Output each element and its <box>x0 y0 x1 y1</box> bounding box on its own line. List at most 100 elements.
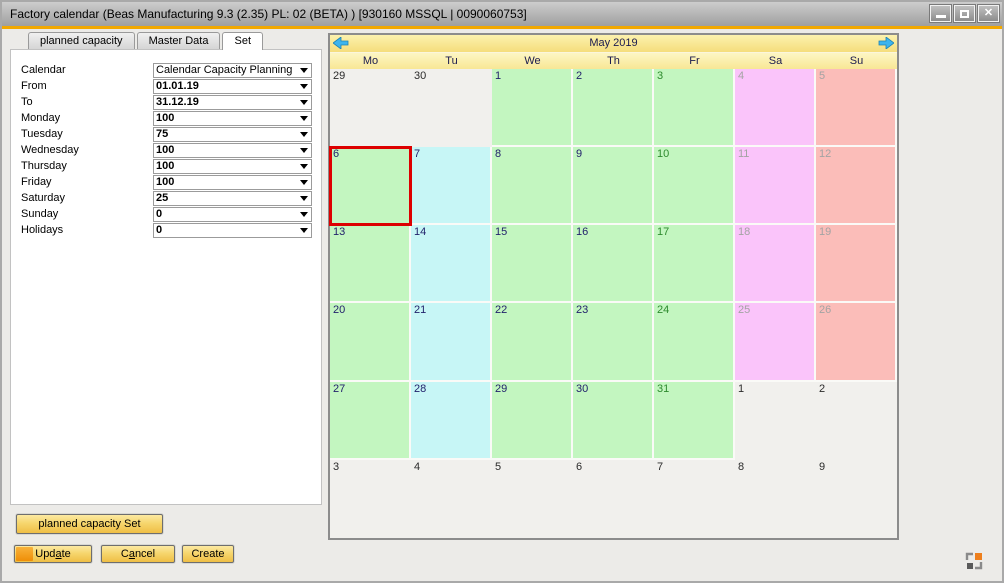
day-number: 29 <box>495 383 507 395</box>
to-combobox[interactable]: 31.12.19 <box>153 95 312 110</box>
form-row-saturday: Saturday25 <box>21 190 312 206</box>
day-number: 2 <box>819 383 825 395</box>
tab-master-data[interactable]: Master Data <box>137 32 221 49</box>
day-cell[interactable]: 30 <box>411 69 492 147</box>
day-cell[interactable]: 23 <box>573 303 654 381</box>
day-cell[interactable]: 14 <box>411 225 492 303</box>
holidays-label: Holidays <box>21 224 153 236</box>
day-number: 8 <box>495 148 501 160</box>
day-number: 5 <box>495 461 501 473</box>
monday-combobox[interactable]: 100 <box>153 111 312 126</box>
day-cell[interactable]: 5 <box>816 69 897 147</box>
holidays-value: 0 <box>156 224 298 236</box>
planned-capacity-set-button[interactable]: planned capacity Set <box>16 514 163 534</box>
tuesday-value: 75 <box>156 128 298 140</box>
dropdown-arrow-icon[interactable] <box>300 212 308 217</box>
day-cell[interactable]: 10 <box>654 147 735 225</box>
day-cell[interactable]: 9 <box>816 460 897 538</box>
day-cell[interactable]: 3 <box>654 69 735 147</box>
dropdown-arrow-icon[interactable] <box>300 116 308 121</box>
day-cell[interactable]: 8 <box>492 147 573 225</box>
saturday-label: Saturday <box>21 192 153 204</box>
day-cell[interactable]: 17 <box>654 225 735 303</box>
day-cell[interactable]: 8 <box>735 460 816 538</box>
day-cell[interactable]: 1 <box>492 69 573 147</box>
dropdown-arrow-icon[interactable] <box>300 68 308 73</box>
update-button[interactable]: Update <box>14 545 92 563</box>
day-cell[interactable]: 20 <box>330 303 411 381</box>
day-number: 2 <box>576 70 582 82</box>
resize-grip-icon[interactable] <box>964 551 984 571</box>
day-number: 22 <box>495 304 507 316</box>
day-cell[interactable]: 2 <box>816 382 897 460</box>
day-cell[interactable]: 2 <box>573 69 654 147</box>
next-month-button[interactable] <box>878 37 894 49</box>
dropdown-arrow-icon[interactable] <box>300 164 308 169</box>
day-cell[interactable]: 11 <box>735 147 816 225</box>
sunday-combobox[interactable]: 0 <box>153 207 312 222</box>
form-row-calendar: CalendarCalendar Capacity Planning <box>21 62 312 78</box>
weekday-label-fr: Fr <box>654 55 735 67</box>
day-cell[interactable]: 29 <box>492 382 573 460</box>
day-number: 21 <box>414 304 426 316</box>
day-cell[interactable]: 16 <box>573 225 654 303</box>
day-number: 15 <box>495 226 507 238</box>
day-cell[interactable]: 19 <box>816 225 897 303</box>
day-cell[interactable]: 25 <box>735 303 816 381</box>
day-cell[interactable]: 29 <box>330 69 411 147</box>
day-cell[interactable]: 30 <box>573 382 654 460</box>
cancel-button[interactable]: Cancel <box>101 545 175 563</box>
from-combobox[interactable]: 01.01.19 <box>153 79 312 94</box>
factory-calendar-window: Factory calendar (Beas Manufacturing 9.3… <box>0 0 1004 583</box>
dropdown-arrow-icon[interactable] <box>300 180 308 185</box>
day-cell[interactable]: 28 <box>411 382 492 460</box>
dropdown-arrow-icon[interactable] <box>300 84 308 89</box>
dropdown-arrow-icon[interactable] <box>300 228 308 233</box>
maximize-button[interactable] <box>954 5 975 22</box>
day-number: 17 <box>657 226 669 238</box>
day-cell[interactable]: 4 <box>735 69 816 147</box>
day-cell-selected[interactable]: 6 <box>330 147 411 225</box>
form-row-friday: Friday100 <box>21 174 312 190</box>
tuesday-combobox[interactable]: 75 <box>153 127 312 142</box>
monday-label: Monday <box>21 112 153 124</box>
holidays-combobox[interactable]: 0 <box>153 223 312 238</box>
dropdown-arrow-icon[interactable] <box>300 196 308 201</box>
day-cell[interactable]: 12 <box>816 147 897 225</box>
create-button[interactable]: Create <box>182 545 234 563</box>
day-cell[interactable]: 3 <box>330 460 411 538</box>
day-cell[interactable]: 26 <box>816 303 897 381</box>
friday-combobox[interactable]: 100 <box>153 175 312 190</box>
set-tab-panel: CalendarCalendar Capacity PlanningFrom01… <box>10 49 322 505</box>
day-number: 8 <box>738 461 744 473</box>
day-cell[interactable]: 7 <box>411 147 492 225</box>
day-cell[interactable]: 7 <box>654 460 735 538</box>
dropdown-arrow-icon[interactable] <box>300 132 308 137</box>
day-cell[interactable]: 6 <box>573 460 654 538</box>
minimize-button[interactable] <box>930 5 951 22</box>
thursday-combobox[interactable]: 100 <box>153 159 312 174</box>
day-cell[interactable]: 22 <box>492 303 573 381</box>
saturday-value: 25 <box>156 192 298 204</box>
day-cell[interactable]: 5 <box>492 460 573 538</box>
day-cell[interactable]: 1 <box>735 382 816 460</box>
day-cell[interactable]: 24 <box>654 303 735 381</box>
calendar-combobox[interactable]: Calendar Capacity Planning <box>153 63 312 78</box>
day-cell[interactable]: 21 <box>411 303 492 381</box>
day-cell[interactable]: 15 <box>492 225 573 303</box>
saturday-combobox[interactable]: 25 <box>153 191 312 206</box>
tab-planned-capacity[interactable]: planned capacity <box>28 32 135 49</box>
wednesday-combobox[interactable]: 100 <box>153 143 312 158</box>
day-cell[interactable]: 27 <box>330 382 411 460</box>
weekday-label-sa: Sa <box>735 55 816 67</box>
tab-set[interactable]: Set <box>222 32 263 50</box>
close-button[interactable]: ✕ <box>978 5 999 22</box>
day-cell[interactable]: 31 <box>654 382 735 460</box>
day-cell[interactable]: 9 <box>573 147 654 225</box>
day-number: 19 <box>819 226 831 238</box>
day-cell[interactable]: 13 <box>330 225 411 303</box>
dropdown-arrow-icon[interactable] <box>300 148 308 153</box>
day-cell[interactable]: 18 <box>735 225 816 303</box>
dropdown-arrow-icon[interactable] <box>300 100 308 105</box>
day-cell[interactable]: 4 <box>411 460 492 538</box>
